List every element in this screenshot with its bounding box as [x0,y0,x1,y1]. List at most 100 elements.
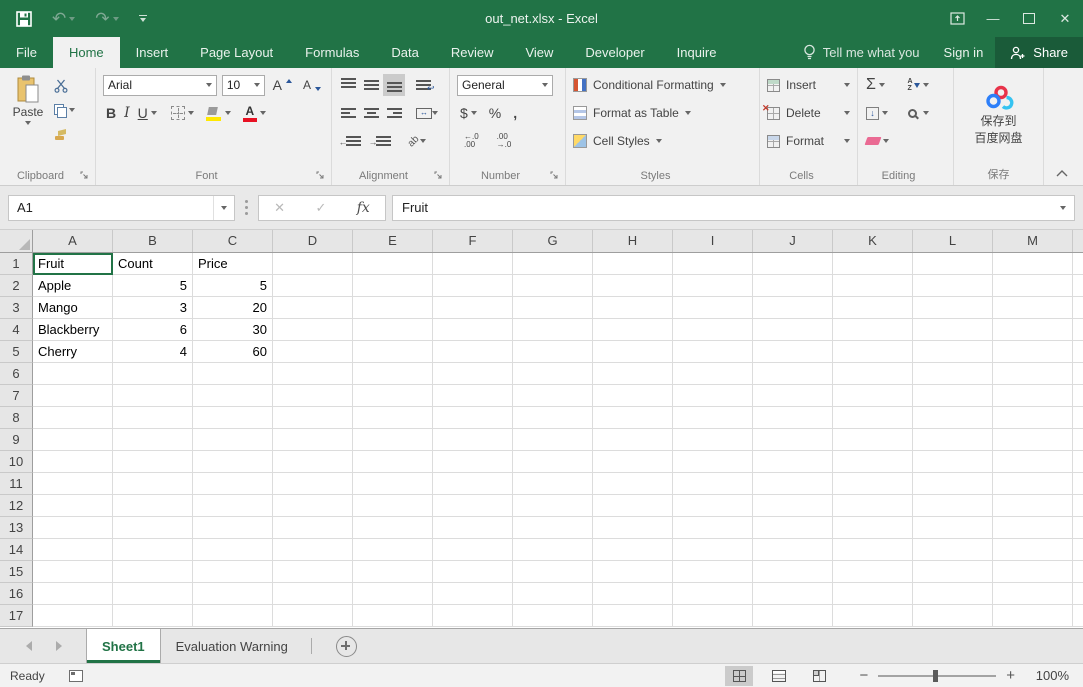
cell-K14[interactable] [833,539,913,561]
cell-B1[interactable]: Count [113,253,193,275]
cell-partial-3[interactable] [1073,297,1083,319]
cell-B17[interactable] [113,605,193,627]
tab-page-layout[interactable]: Page Layout [184,37,289,68]
autosum-button[interactable]: Σ [866,77,904,93]
col-header-F[interactable]: F [433,230,513,252]
cell-J14[interactable] [753,539,833,561]
cell-I10[interactable] [673,451,753,473]
zoom-out-button[interactable]: − [859,667,868,684]
sort-filter-button[interactable]: AZ [908,78,946,92]
col-header-G[interactable]: G [513,230,593,252]
cell-K10[interactable] [833,451,913,473]
cell-B3[interactable]: 3 [113,297,193,319]
cell-D6[interactable] [273,363,353,385]
cell-M13[interactable] [993,517,1073,539]
cell-A17[interactable] [33,605,113,627]
cell-A10[interactable] [33,451,113,473]
cell-K4[interactable] [833,319,913,341]
cell-D8[interactable] [273,407,353,429]
row-header-14[interactable]: 14 [0,539,33,561]
cell-C17[interactable] [193,605,273,627]
chevron-down-icon[interactable] [69,17,75,21]
cell-B8[interactable] [113,407,193,429]
cell-B14[interactable] [113,539,193,561]
tab-developer[interactable]: Developer [569,37,660,68]
cell-A3[interactable]: Mango [33,297,113,319]
merge-center-button[interactable] [412,102,442,124]
tab-insert[interactable]: Insert [120,37,185,68]
cell-D1[interactable] [273,253,353,275]
dialog-launcher-icon[interactable] [80,171,90,181]
cell-M16[interactable] [993,583,1073,605]
cell-L8[interactable] [913,407,993,429]
cell-H10[interactable] [593,451,673,473]
cell-D17[interactable] [273,605,353,627]
cell-A5[interactable]: Cherry [33,341,113,363]
cell-C1[interactable]: Price [193,253,273,275]
cell-D13[interactable] [273,517,353,539]
cell-J4[interactable] [753,319,833,341]
tell-me-box[interactable]: Tell me what you [791,37,932,68]
cell-M12[interactable] [993,495,1073,517]
find-select-button[interactable] [908,109,946,118]
cell-partial-17[interactable] [1073,605,1083,627]
cell-partial-11[interactable] [1073,473,1083,495]
cell-H3[interactable] [593,297,673,319]
cell-G4[interactable] [513,319,593,341]
bottom-align-button[interactable] [383,74,405,96]
cell-E15[interactable] [353,561,433,583]
cell-K6[interactable] [833,363,913,385]
insert-cells-button[interactable]: Insert [760,71,857,99]
cell-C8[interactable] [193,407,273,429]
cell-I7[interactable] [673,385,753,407]
cell-H13[interactable] [593,517,673,539]
cell-K7[interactable] [833,385,913,407]
cell-L10[interactable] [913,451,993,473]
cell-D3[interactable] [273,297,353,319]
col-header-B[interactable]: B [113,230,193,252]
font-name-combo[interactable]: Arial [103,75,217,96]
cell-I3[interactable] [673,297,753,319]
chevron-down-icon[interactable] [844,111,850,115]
cancel-icon[interactable]: ✕ [274,200,285,216]
cell-partial-13[interactable] [1073,517,1083,539]
cell-K12[interactable] [833,495,913,517]
cell-E12[interactable] [353,495,433,517]
font-size-combo[interactable]: 10 [222,75,265,96]
cell-L14[interactable] [913,539,993,561]
cell-L5[interactable] [913,341,993,363]
cell-G1[interactable] [513,253,593,275]
middle-align-button[interactable] [360,74,382,96]
cell-J16[interactable] [753,583,833,605]
share-button[interactable]: Share [995,37,1083,68]
cell-C15[interactable] [193,561,273,583]
cell-J11[interactable] [753,473,833,495]
maximize-button[interactable] [1011,0,1047,37]
page-layout-view-button[interactable] [765,666,793,686]
cell-M14[interactable] [993,539,1073,561]
cell-E11[interactable] [353,473,433,495]
cell-A15[interactable] [33,561,113,583]
cell-I1[interactable] [673,253,753,275]
cell-I6[interactable] [673,363,753,385]
cell-G7[interactable] [513,385,593,407]
fill-button[interactable]: ↓ [866,107,904,120]
cell-C7[interactable] [193,385,273,407]
cell-F13[interactable] [433,517,513,539]
cell-E5[interactable] [353,341,433,363]
chevron-down-icon[interactable] [923,111,929,115]
cell-K3[interactable] [833,297,913,319]
cell-M3[interactable] [993,297,1073,319]
cell-K2[interactable] [833,275,913,297]
cell-M2[interactable] [993,275,1073,297]
cell-G9[interactable] [513,429,593,451]
cell-H9[interactable] [593,429,673,451]
cell-K16[interactable] [833,583,913,605]
cell-D2[interactable] [273,275,353,297]
cell-L1[interactable] [913,253,993,275]
row-header-5[interactable]: 5 [0,341,33,363]
dialog-launcher-icon[interactable] [550,171,560,181]
tab-review[interactable]: Review [435,37,510,68]
cell-E16[interactable] [353,583,433,605]
macro-record-icon[interactable] [69,670,83,682]
